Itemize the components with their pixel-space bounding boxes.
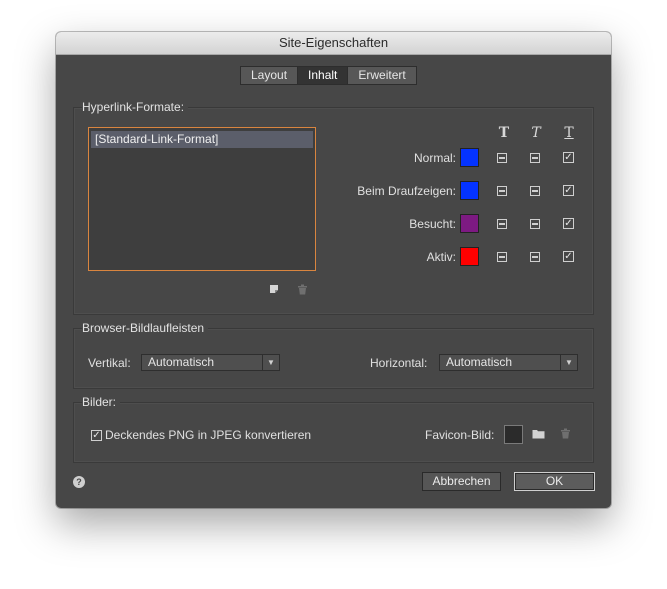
list-item-standard-link-format[interactable]: [Standard-Link-Format] — [91, 131, 313, 148]
visited-bold-checkbox[interactable] — [497, 219, 507, 229]
active-label: Aktiv: — [426, 250, 456, 264]
vertical-scrollbar-select[interactable]: Automatisch ▼ — [141, 354, 280, 371]
italic-t-icon: T — [531, 125, 541, 141]
bold-t-icon: T — [498, 125, 510, 141]
underline-t-icon: T — [564, 125, 574, 141]
visited-label: Besucht: — [409, 217, 456, 231]
chevron-down-icon: ▼ — [560, 355, 577, 370]
new-format-icon[interactable] — [267, 284, 281, 298]
normal-label: Normal: — [413, 151, 456, 165]
scrollbars-title: Browser-Bildlaufleisten — [82, 321, 209, 335]
vertical-select-value: Automatisch — [148, 355, 215, 369]
normal-color-swatch[interactable] — [460, 148, 479, 167]
hover-underline-checkbox[interactable]: ✓ — [563, 185, 574, 196]
visited-underline-checkbox[interactable]: ✓ — [563, 218, 574, 229]
horizontal-select-value: Automatisch — [446, 355, 513, 369]
cancel-button[interactable]: Abbrechen — [422, 472, 501, 491]
visited-italic-checkbox[interactable] — [530, 219, 540, 229]
horizontal-scrollbar-select[interactable]: Automatisch ▼ — [439, 354, 578, 371]
folder-icon[interactable] — [531, 428, 545, 442]
vertical-label: Vertikal: — [88, 356, 131, 370]
hover-bold-checkbox[interactable] — [497, 186, 507, 196]
favicon-preview[interactable] — [504, 425, 523, 444]
chevron-down-icon: ▼ — [262, 355, 279, 370]
images-title: Bilder: — [82, 395, 121, 409]
trash-icon[interactable] — [558, 428, 572, 442]
favicon-label: Favicon-Bild: — [425, 428, 495, 442]
normal-italic-checkbox[interactable] — [530, 153, 540, 163]
hyperlink-formats-title: Hyperlink-Formate: — [82, 100, 189, 114]
convert-png-label: Deckendes PNG in JPEG konvertieren — [105, 428, 312, 442]
visited-color-swatch[interactable] — [460, 214, 479, 233]
window-title: Site-Eigenschaften — [56, 32, 611, 55]
hover-color-swatch[interactable] — [460, 181, 479, 200]
active-italic-checkbox[interactable] — [530, 252, 540, 262]
delete-format-icon[interactable] — [295, 284, 309, 298]
help-icon[interactable]: ? — [73, 476, 85, 488]
tab-inhalt[interactable]: Inhalt — [297, 66, 348, 85]
ok-button[interactable]: OK — [514, 472, 595, 491]
tab-layout[interactable]: Layout — [240, 66, 298, 85]
normal-underline-checkbox[interactable]: ✓ — [563, 152, 574, 163]
active-underline-checkbox[interactable]: ✓ — [563, 251, 574, 262]
normal-bold-checkbox[interactable] — [497, 153, 507, 163]
active-bold-checkbox[interactable] — [497, 252, 507, 262]
hover-italic-checkbox[interactable] — [530, 186, 540, 196]
tab-bar: Layout Inhalt Erweitert — [240, 66, 417, 85]
site-properties-dialog: Site-Eigenschaften Layout Inhalt Erweite… — [56, 32, 611, 508]
convert-png-checkbox[interactable]: ✓ — [91, 430, 102, 441]
horizontal-label: Horizontal: — [370, 356, 428, 370]
hover-label: Beim Draufzeigen: — [357, 184, 456, 198]
tab-erweitert[interactable]: Erweitert — [347, 66, 417, 85]
active-color-swatch[interactable] — [460, 247, 479, 266]
